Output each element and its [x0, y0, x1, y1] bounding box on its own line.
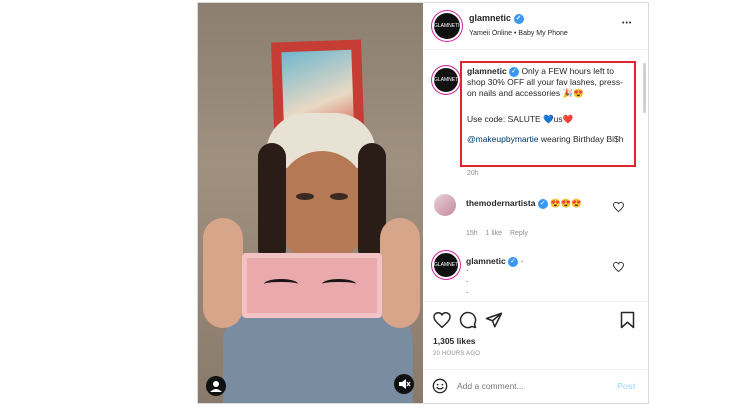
- caption-text-end: wearing Birthday Bi$h: [538, 134, 624, 144]
- face: [278, 151, 366, 261]
- comment: themodernartista ✓ 😍😍😍 15h 1 like Reply: [424, 193, 648, 238]
- comment-username[interactable]: glamnetic: [466, 256, 506, 266]
- comment-line: .: [466, 275, 469, 284]
- commenter-avatar[interactable]: GLAMNETIC: [434, 253, 458, 277]
- more-options-icon[interactable]: •••: [622, 20, 632, 27]
- header-username[interactable]: glamnetic: [469, 13, 511, 23]
- verified-icon: ✓: [513, 13, 524, 24]
- post-side-panel: GLAMNETIC glamnetic ✓ Yameii Online • Ba…: [424, 3, 648, 403]
- comment: GLAMNETIC glamnetic ✓ • . . .: [424, 251, 648, 301]
- lash-box: [242, 253, 382, 318]
- comment-icon[interactable]: [459, 311, 477, 334]
- post-video[interactable]: [198, 3, 423, 403]
- caption-avatar[interactable]: GLAMNETIC: [434, 68, 458, 92]
- comment-text: •: [520, 256, 524, 266]
- like-icon[interactable]: [433, 311, 451, 333]
- post-timestamp: 20 HOURS AGO: [433, 351, 481, 357]
- tagged-user-icon[interactable]: [206, 376, 226, 396]
- comment-likes[interactable]: 1 like: [486, 230, 502, 237]
- emoji-icon[interactable]: [432, 378, 448, 399]
- post-header: GLAMNETIC glamnetic ✓ Yameii Online • Ba…: [424, 3, 648, 50]
- commenter-avatar[interactable]: [434, 194, 456, 216]
- caption: GLAMNETIC glamnetic ✓ Only a FEW hours l…: [427, 55, 644, 177]
- comment-username[interactable]: themodernartista: [466, 198, 535, 208]
- action-bar: [424, 301, 648, 332]
- caption-code: Use code: SALUTE 💙us❤️: [467, 114, 574, 124]
- scrollbar[interactable]: [643, 63, 646, 113]
- verified-icon: ✓: [509, 66, 520, 77]
- caption-time: 20h: [467, 170, 479, 177]
- comment-line: .: [466, 286, 469, 295]
- avatar[interactable]: GLAMNETIC: [434, 13, 460, 39]
- heart-icon[interactable]: [613, 199, 624, 217]
- caption-username[interactable]: glamnetic: [467, 66, 507, 76]
- comment-box: Post: [424, 369, 648, 403]
- comment-text: 😍😍😍: [550, 198, 582, 208]
- comment-line: .: [466, 264, 469, 273]
- comment-time: 15h: [466, 230, 478, 237]
- comment-input[interactable]: [457, 378, 602, 394]
- save-icon[interactable]: [620, 311, 635, 334]
- share-icon[interactable]: [485, 311, 503, 334]
- mute-icon[interactable]: [394, 374, 414, 394]
- likes-count[interactable]: 1,305 likes: [433, 336, 476, 346]
- music-info[interactable]: Yameii Online • Baby My Phone: [469, 30, 568, 37]
- post-button[interactable]: Post: [617, 381, 635, 391]
- instagram-post: GLAMNETIC glamnetic ✓ Yameii Online • Ba…: [197, 2, 649, 404]
- verified-icon: ✓: [508, 256, 519, 267]
- verified-icon: ✓: [537, 198, 548, 209]
- reply-button[interactable]: Reply: [510, 230, 528, 237]
- heart-icon[interactable]: [613, 259, 624, 277]
- mention-link[interactable]: @makeupbymartie: [467, 134, 538, 144]
